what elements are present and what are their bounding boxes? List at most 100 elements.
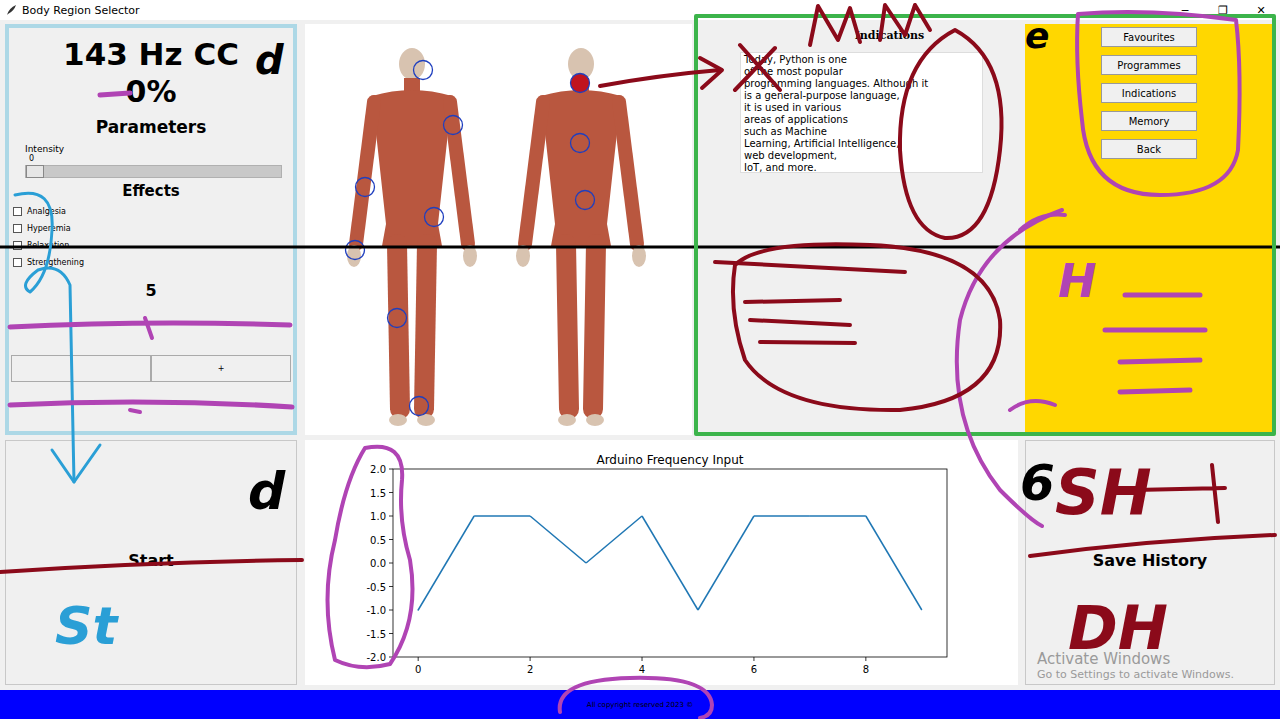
indications-title: Indications	[757, 24, 1022, 43]
annotation-label: H	[1058, 258, 1097, 304]
decrease-button[interactable]	[11, 355, 151, 382]
purple-circle-stroke	[560, 678, 712, 718]
y-tick: 2.0	[370, 464, 386, 475]
effect-row[interactable]: Strengthening	[13, 254, 293, 271]
effects-list: AnalgesiaHyperemia Relaxation Strengthenin…	[13, 203, 293, 271]
text-line: such as Machine	[744, 126, 979, 138]
parameters-panel: 143 Hz CC0%ParametersIntensity0EffectsAn…	[5, 24, 297, 435]
region-marker[interactable]	[346, 241, 365, 260]
effect-label: Relaxation	[27, 241, 69, 250]
watermark-subtitle: Go to Settings to activate Windows.	[1037, 668, 1234, 682]
region-marker[interactable]	[444, 116, 463, 135]
maximize-button[interactable]: ❐	[1204, 4, 1242, 17]
text-line: areas of applications	[744, 114, 979, 126]
intensity-handle[interactable]	[26, 165, 44, 178]
x-tick: 0	[415, 664, 421, 675]
text-line: web development,	[744, 150, 979, 162]
y-tick: 0.5	[370, 535, 386, 546]
purple-line-stroke	[10, 402, 292, 407]
title-bar: Body Region Selector─❐✕	[0, 0, 1280, 20]
annotation-label: d	[248, 465, 285, 517]
purple-mark-stroke	[145, 318, 152, 338]
region-marker[interactable]	[388, 309, 407, 328]
effect-checkbox[interactable]	[13, 224, 22, 233]
effect-row[interactable]: Hyperemia	[13, 220, 293, 237]
purple-line-stroke	[1120, 390, 1190, 392]
menu-button[interactable]: Indications	[1101, 83, 1197, 103]
series-line	[474, 515, 530, 517]
maroon-circle-stroke	[733, 244, 1000, 410]
region-marker[interactable]	[356, 178, 375, 197]
intensity-track[interactable]	[25, 165, 282, 178]
copyright-text: All copyright reserved 2023 ©	[587, 701, 693, 709]
increase-button[interactable]: +	[151, 355, 291, 382]
maroon-scribble-stroke	[810, 5, 930, 45]
y-tick: 0.0	[370, 558, 386, 569]
start-label: Start	[128, 551, 174, 571]
purple-mark-stroke	[100, 93, 130, 95]
region-marker[interactable]	[425, 208, 444, 227]
chart-canvas: Arduino Frequency Input 2.0 1.5 1.0 0.5 0.0 -0…	[305, 440, 1018, 685]
purple-line-stroke	[1105, 328, 1205, 333]
annotation-label: DH	[1068, 598, 1168, 658]
effect-checkbox[interactable]	[13, 241, 22, 250]
purple-arrow-stroke	[1010, 401, 1055, 410]
top-row: 143 Hz CC0%ParametersIntensity0EffectsAn…	[5, 24, 1275, 435]
effect-checkbox[interactable]	[13, 258, 22, 267]
divider-stroke	[0, 246, 1280, 249]
annotation-label: 6	[1020, 458, 1055, 508]
text-line: is a general-purpose language,	[744, 90, 979, 102]
region-marker[interactable]	[410, 397, 429, 416]
purple-bracket-stroke	[328, 447, 413, 668]
green-frame-stroke	[696, 16, 1274, 434]
blue-arrow-stroke	[15, 193, 74, 482]
menu-button[interactable]: Memory	[1101, 111, 1197, 131]
menu-button[interactable]: Favourites	[1101, 27, 1197, 47]
text-line: Learning, Artificial Intelligence,	[744, 138, 979, 150]
minimize-button[interactable]: ─	[1166, 4, 1204, 17]
y-tick: -1.0	[366, 605, 386, 616]
maroon-cross-stroke	[735, 45, 780, 90]
y-tick: 1.5	[370, 488, 386, 499]
effect-row[interactable]: Relaxation	[13, 237, 293, 254]
series-line	[642, 516, 698, 610]
chart-title: Arduino Frequency Input	[596, 453, 743, 467]
body-map	[305, 24, 692, 435]
series-line	[810, 515, 866, 517]
save-underline-stroke	[1030, 535, 1275, 556]
x-tick: 8	[863, 664, 869, 675]
y-tick: -0.5	[366, 582, 386, 593]
menu-button[interactable]: Programmes	[1101, 55, 1197, 75]
effect-row[interactable]: Analgesia	[13, 203, 293, 220]
menu-panel: Favourites Programmes Indications Memory Bac…	[1025, 24, 1275, 435]
frequency-label: 143 Hz CC	[9, 38, 293, 70]
region-marker[interactable]	[571, 134, 590, 153]
series-line	[586, 516, 642, 563]
x-tick: 6	[751, 664, 757, 675]
intensity-slider[interactable]: 0	[25, 154, 282, 178]
maroon-circle-stroke	[900, 30, 1002, 238]
y-tick: 1.0	[370, 511, 386, 522]
close-button[interactable]: ✕	[1242, 4, 1280, 17]
indications-panel: Indications Today, Python is oneof the mo…	[697, 24, 1022, 435]
purple-line-stroke	[1125, 293, 1200, 298]
footer-bar: All copyright reserved 2023 ©	[0, 690, 1280, 719]
region-marker[interactable]	[571, 74, 590, 93]
menu-button[interactable]: Back	[1101, 139, 1197, 159]
effect-checkbox[interactable]	[13, 207, 22, 216]
annotation-label: d	[255, 40, 284, 80]
region-marker[interactable]	[414, 61, 433, 80]
indications-text[interactable]: Today, Python is oneof the most popularp…	[740, 52, 983, 173]
y-tick: -1.5	[366, 629, 386, 640]
region-marker[interactable]	[576, 191, 595, 210]
maroon-arrowhead-stroke	[700, 58, 722, 88]
maroon-line-stroke	[715, 262, 905, 343]
text-line: programming languages. Although it	[744, 78, 979, 90]
purple-line-stroke	[1120, 360, 1200, 362]
parameters-heading: Parameters	[9, 116, 293, 138]
annotation-label: St	[55, 600, 117, 652]
start-underline-stroke	[0, 560, 302, 572]
plot-frame	[393, 469, 947, 657]
percent-label: 0%	[9, 76, 293, 108]
back-figure	[516, 48, 646, 426]
